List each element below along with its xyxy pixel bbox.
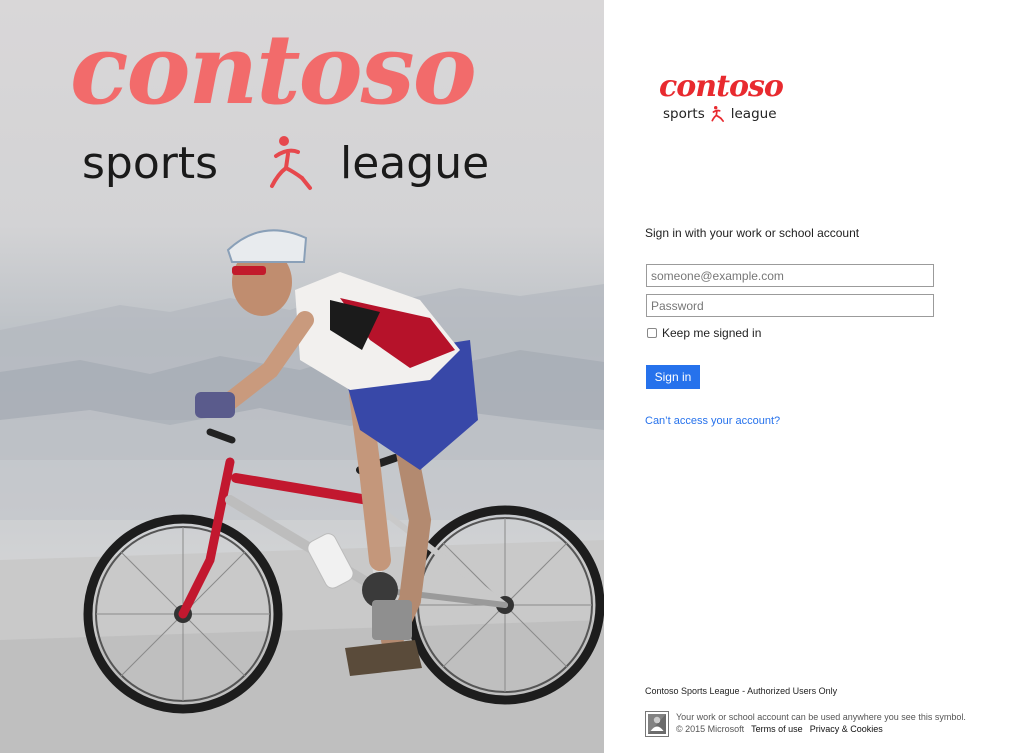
signin-heading: Sign in with your work or school account <box>645 226 860 240</box>
password-field[interactable] <box>646 294 934 317</box>
signin-button[interactable]: Sign in <box>646 365 700 389</box>
work-account-badge-icon <box>645 711 669 737</box>
footer: Your work or school account can be used … <box>645 711 1005 739</box>
brand-tagline-league: league <box>730 106 777 122</box>
hero-tagline: sports league <box>82 133 532 193</box>
hero-tagline-league: league <box>340 137 490 189</box>
hero-tagline-sports: sports <box>82 137 219 189</box>
keep-signed-in-label: Keep me signed in <box>662 326 762 340</box>
brand-logo: contoso sports league <box>659 72 809 126</box>
brand-tagline-sports: sports <box>663 106 705 122</box>
keep-signed-in[interactable]: Keep me signed in <box>647 326 761 340</box>
brand-tagline: sports league <box>663 104 777 124</box>
email-field[interactable] <box>646 264 934 287</box>
runner-logo-icon <box>252 135 332 191</box>
brand-wordmark: contoso <box>659 69 784 104</box>
keep-signed-in-checkbox[interactable] <box>647 328 657 338</box>
privacy-link[interactable]: Privacy & Cookies <box>810 724 883 734</box>
terms-link[interactable]: Terms of use <box>751 724 803 734</box>
hero-illustration: contoso sports league <box>0 0 604 753</box>
copyright: © 2015 Microsoft <box>676 724 745 734</box>
authorized-users-notice: Contoso Sports League - Authorized Users… <box>645 686 838 696</box>
cant-access-link[interactable]: Can’t access your account? <box>645 415 780 427</box>
hero-wordmark: contoso <box>70 13 477 126</box>
signin-pane: contoso sports league Sign in with your … <box>604 0 1014 753</box>
symbol-note: Your work or school account can be used … <box>676 712 966 722</box>
mini-runner-icon <box>705 105 731 123</box>
signin-page: contoso sports league contoso sports lea… <box>0 0 1014 753</box>
footer-links: © 2015 Microsoft Terms of use Privacy & … <box>676 724 883 734</box>
